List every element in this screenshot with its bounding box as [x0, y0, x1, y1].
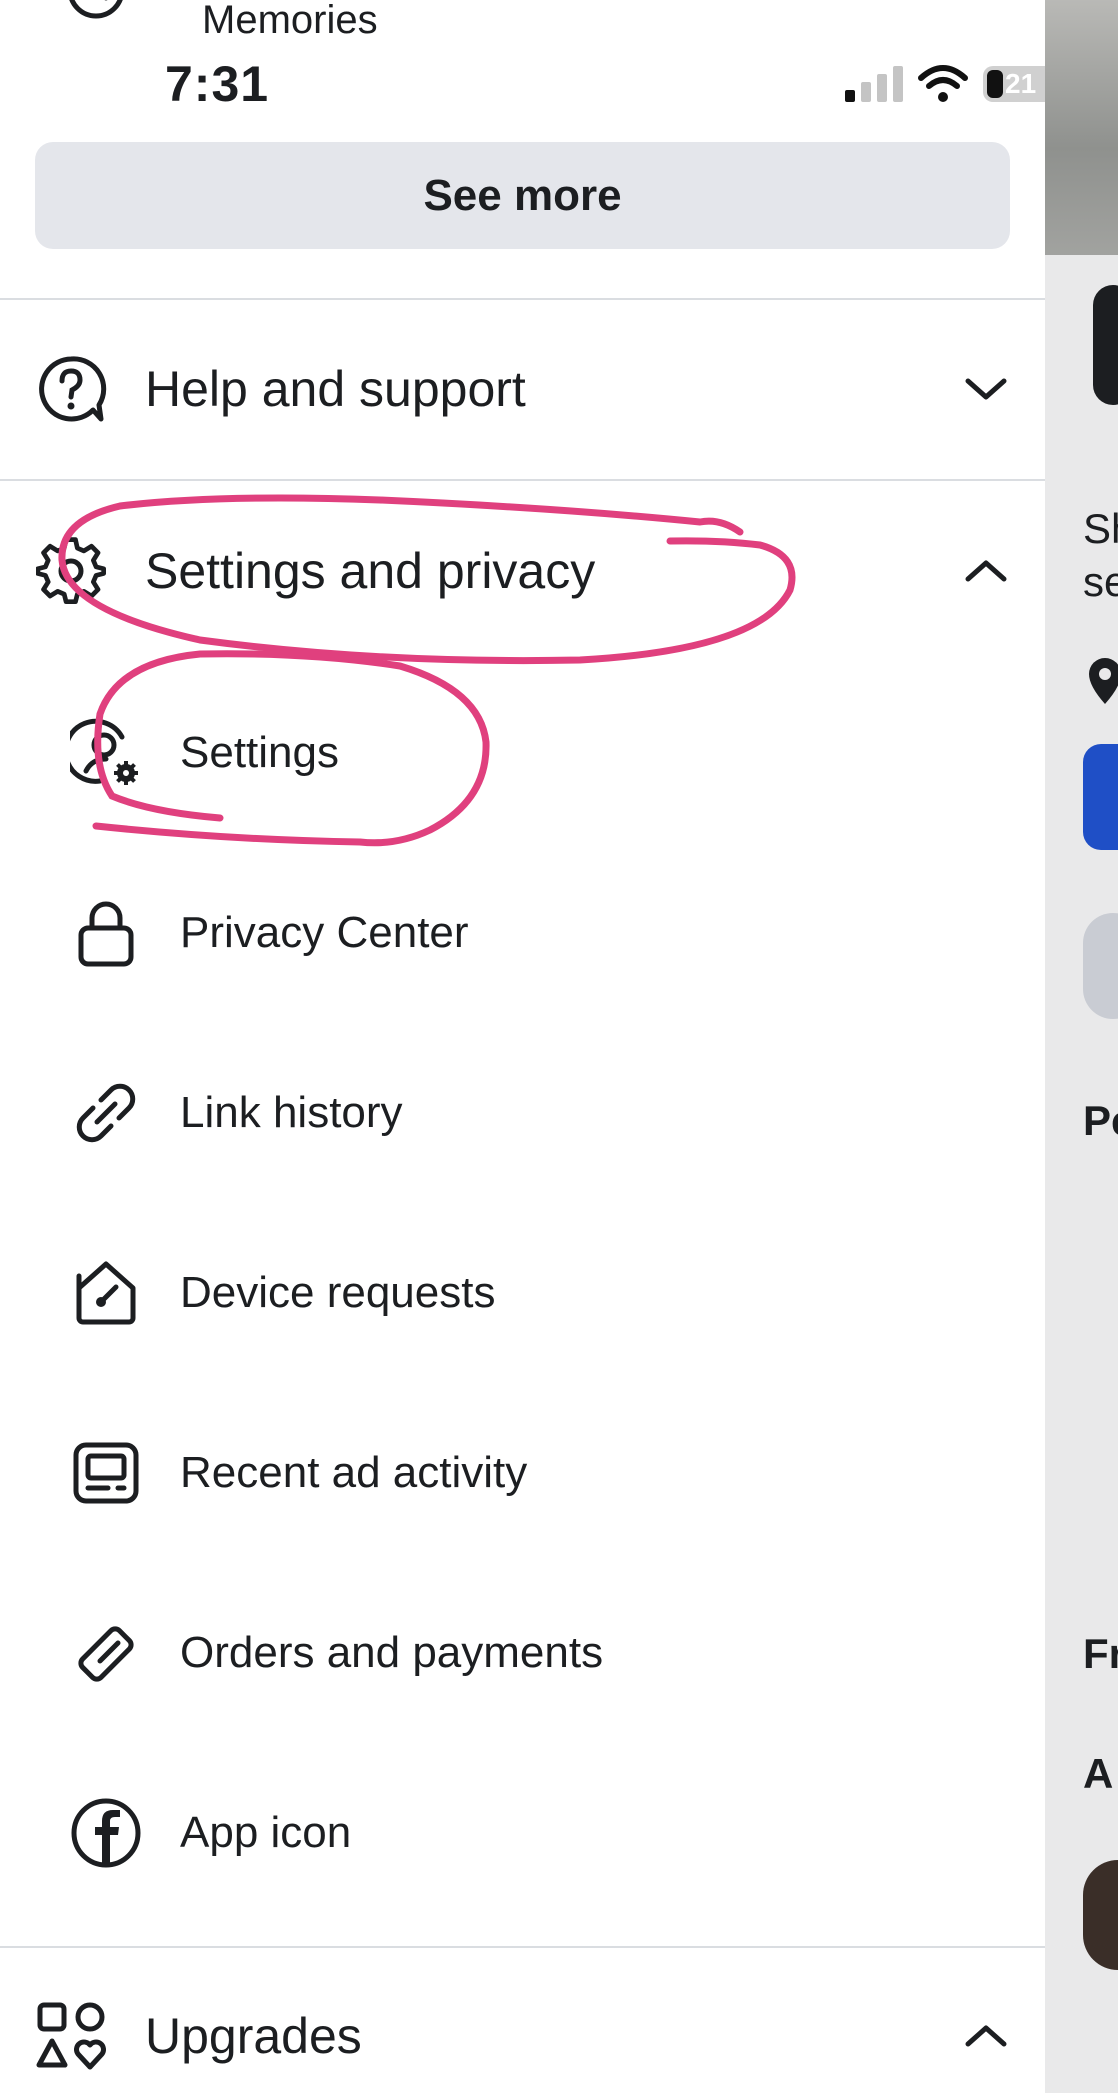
panel-text: se — [1083, 558, 1118, 605]
ticket-icon — [70, 1617, 142, 1689]
help-and-support-label: Help and support — [145, 361, 526, 417]
memories-label: Memories — [202, 0, 378, 42]
chevron-up-icon — [958, 2008, 1014, 2064]
privacy-center-label: Privacy Center — [180, 908, 469, 957]
app-icon-item[interactable]: App icon — [0, 1773, 1045, 1893]
settings-label: Settings — [180, 728, 339, 777]
location-pin-icon — [1089, 658, 1118, 704]
user-gear-icon — [70, 717, 142, 789]
see-more-button[interactable]: See more — [35, 142, 1010, 249]
battery-level: 21 — [1005, 68, 1037, 99]
recent-ad-activity-label: Recent ad activity — [180, 1448, 528, 1497]
chevron-up-icon — [958, 543, 1014, 599]
house-key-icon — [70, 1257, 142, 1329]
divider — [0, 298, 1045, 300]
device-requests-item[interactable]: Device requests — [0, 1233, 1045, 1353]
panel-text: Sh — [1083, 505, 1118, 552]
wifi-icon — [918, 65, 968, 102]
link-icon — [70, 1077, 142, 1149]
upgrades-row[interactable]: Upgrades — [0, 1976, 1045, 2093]
settings-item[interactable]: Settings — [0, 693, 1045, 813]
gear-icon — [35, 535, 107, 607]
avatar — [1093, 285, 1118, 405]
privacy-center-item[interactable]: Privacy Center — [0, 873, 1045, 993]
settings-and-privacy-row[interactable]: Settings and privacy — [0, 511, 1045, 631]
cover-photo — [1045, 0, 1118, 270]
recent-ad-activity-item[interactable]: Recent ad activity — [0, 1413, 1045, 1533]
panel-heading: A — [1083, 1750, 1114, 1797]
battery-icon: 21 — [983, 66, 1045, 102]
primary-action-button[interactable] — [1083, 744, 1118, 850]
divider — [0, 479, 1045, 481]
chevron-down-icon — [958, 361, 1014, 417]
help-icon — [35, 353, 107, 425]
device-requests-label: Device requests — [180, 1268, 496, 1317]
shapes-icon — [35, 2000, 107, 2072]
side-menu: Memories 7:31 21 See more Help and suppo… — [0, 0, 1045, 2093]
divider — [0, 1946, 1045, 1948]
friend-avatar — [1083, 1860, 1118, 1970]
clock-icon — [69, 0, 123, 19]
lock-icon — [70, 897, 142, 969]
settings-and-privacy-label: Settings and privacy — [145, 543, 596, 599]
app-icon-label: App icon — [180, 1808, 352, 1857]
orders-and-payments-item[interactable]: Orders and payments — [0, 1593, 1045, 1713]
ad-screen-icon — [70, 1437, 142, 1509]
link-history-item[interactable]: Link history — [0, 1053, 1045, 1173]
facebook-icon — [70, 1797, 142, 1869]
secondary-action-button[interactable] — [1083, 913, 1118, 1019]
panel-heading: Fr — [1083, 1630, 1118, 1677]
panel-heading: Pe — [1083, 1097, 1118, 1144]
status-time: 7:31 — [165, 56, 270, 112]
orders-and-payments-label: Orders and payments — [180, 1628, 604, 1677]
background-profile-panel: Sh se Pe Fr A — [1045, 0, 1118, 2093]
link-history-label: Link history — [180, 1088, 403, 1137]
cellular-signal-icon — [845, 66, 903, 102]
help-and-support-row[interactable]: Help and support — [0, 329, 1045, 449]
status-icons: 21 — [845, 64, 1045, 104]
upgrades-label: Upgrades — [145, 2008, 362, 2064]
